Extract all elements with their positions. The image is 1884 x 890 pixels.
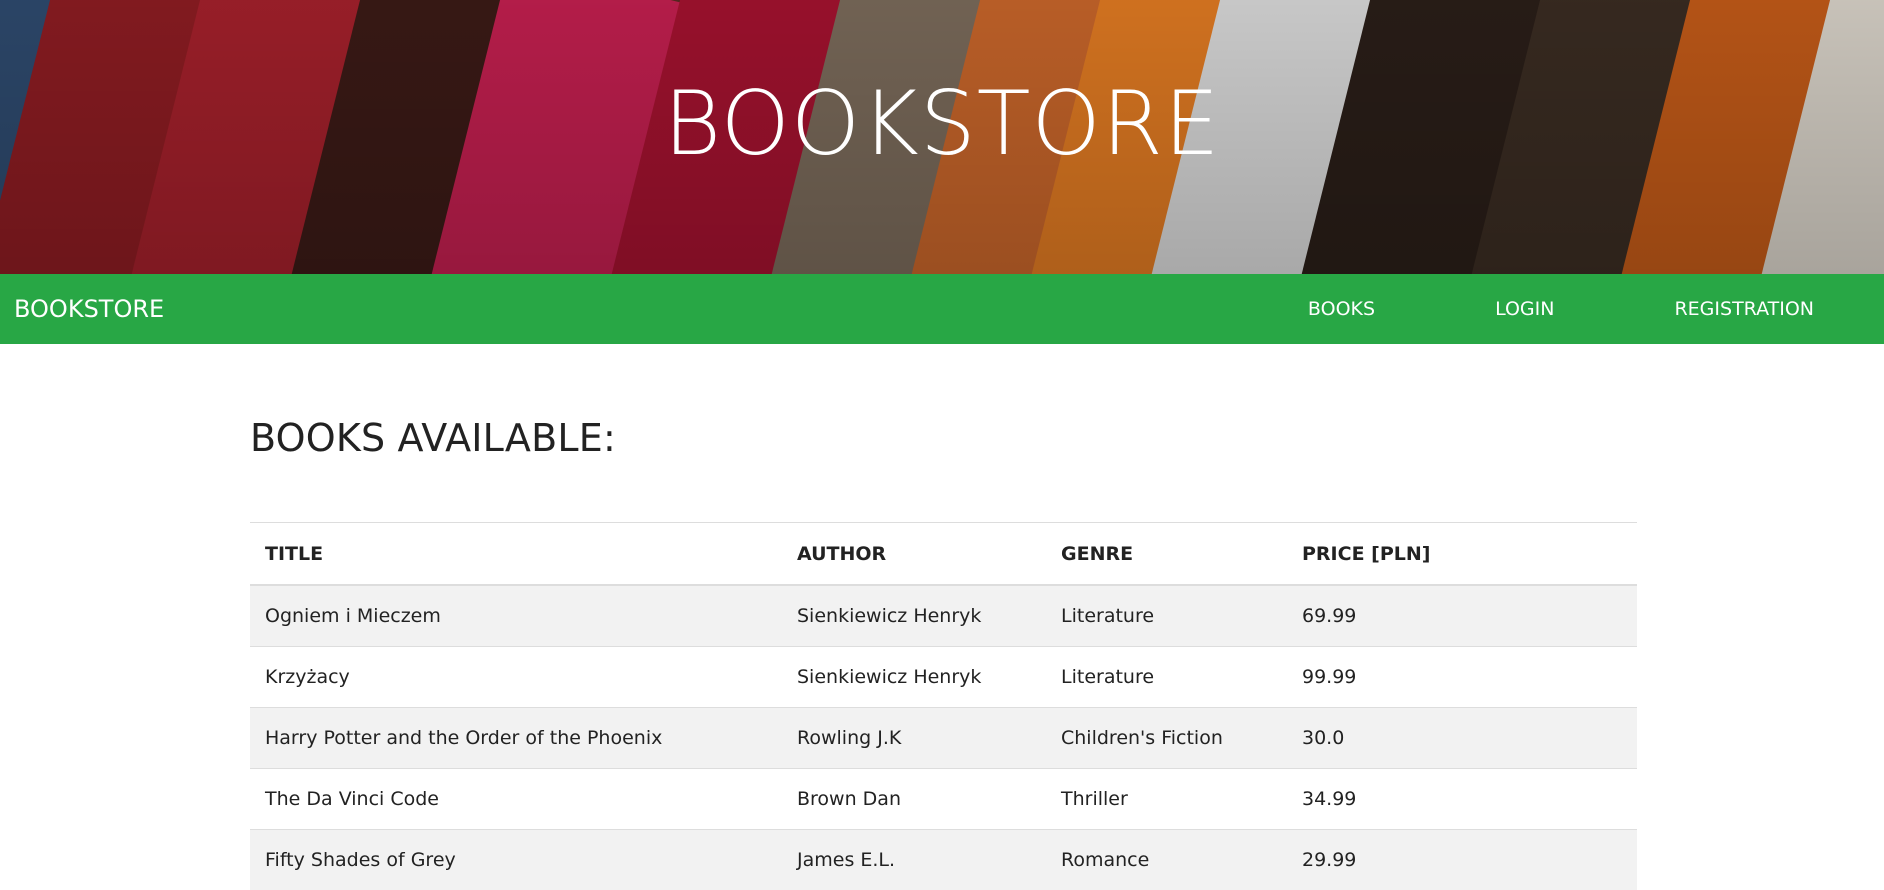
cell-genre: Thriller <box>1046 769 1287 830</box>
table-row: Ogniem i Mieczem Sienkiewicz Henryk Lite… <box>250 585 1637 647</box>
main-content: BOOKS AVAILABLE: TITLE AUTHOR GENRE PRIC… <box>0 344 1884 890</box>
cell-title: Fifty Shades of Grey <box>250 830 782 890</box>
cell-author: Brown Dan <box>782 769 1046 830</box>
cell-genre: Literature <box>1046 585 1287 647</box>
table-row: Fifty Shades of Grey James E.L. Romance … <box>250 830 1637 890</box>
cell-genre: Literature <box>1046 647 1287 708</box>
cell-author: Sienkiewicz Henryk <box>782 647 1046 708</box>
column-header-title: TITLE <box>250 523 782 586</box>
cell-author: James E.L. <box>782 830 1046 890</box>
cell-title: Harry Potter and the Order of the Phoeni… <box>250 708 782 769</box>
nav-link-registration[interactable]: REGISTRATION <box>1614 298 1814 320</box>
cell-price: 30.0 <box>1287 708 1637 769</box>
cell-title: The Da Vinci Code <box>250 769 782 830</box>
cell-price: 69.99 <box>1287 585 1637 647</box>
table-row: Krzyżacy Sienkiewicz Henryk Literature 9… <box>250 647 1637 708</box>
column-header-genre: GENRE <box>1046 523 1287 586</box>
nav-link-login[interactable]: LOGIN <box>1435 298 1614 320</box>
cell-title: Krzyżacy <box>250 647 782 708</box>
hero-title: BOOKSTORE <box>0 80 1884 168</box>
cell-price: 34.99 <box>1287 769 1637 830</box>
books-table: TITLE AUTHOR GENRE PRICE [PLN] Ogniem i … <box>250 522 1637 890</box>
navbar-brand-link[interactable]: BOOKSTORE <box>14 295 164 323</box>
column-header-author: AUTHOR <box>782 523 1046 586</box>
cell-genre: Children's Fiction <box>1046 708 1287 769</box>
column-header-price: PRICE [PLN] <box>1287 523 1637 586</box>
cell-author: Sienkiewicz Henryk <box>782 585 1046 647</box>
table-row: The Da Vinci Code Brown Dan Thriller 34.… <box>250 769 1637 830</box>
cell-price: 29.99 <box>1287 830 1637 890</box>
main-navbar: BOOKSTORE BOOKS LOGIN REGISTRATION <box>0 274 1884 344</box>
cell-price: 99.99 <box>1287 647 1637 708</box>
table-header-row: TITLE AUTHOR GENRE PRICE [PLN] <box>250 523 1637 586</box>
hero-banner: BOOKSTORE <box>0 0 1884 274</box>
cell-title: Ogniem i Mieczem <box>250 585 782 647</box>
cell-genre: Romance <box>1046 830 1287 890</box>
nav-link-books[interactable]: BOOKS <box>1248 298 1435 320</box>
nav-links: BOOKS LOGIN REGISTRATION <box>1248 298 1814 320</box>
page-title: BOOKS AVAILABLE: <box>250 416 1884 460</box>
cell-author: Rowling J.K <box>782 708 1046 769</box>
table-row: Harry Potter and the Order of the Phoeni… <box>250 708 1637 769</box>
